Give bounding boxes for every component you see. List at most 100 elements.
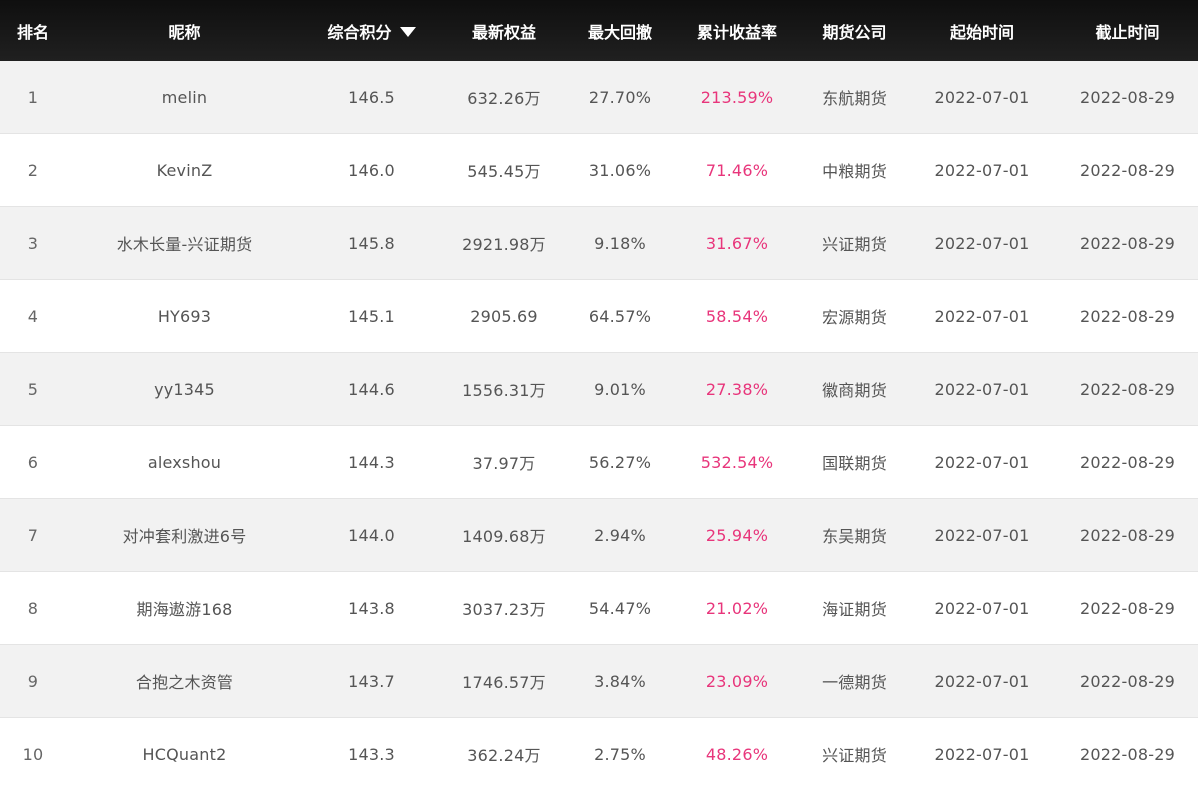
cell-score: 145.8: [303, 206, 440, 280]
cell-end-date: 2022-08-29: [1057, 206, 1198, 280]
table-header: 排名 昵称 综合积分 最新权益 最大回撤 累计收益率 期货公司 起始时间 截止时…: [0, 0, 1198, 61]
cell-return: 213.59%: [672, 61, 802, 134]
cell-drawdown: 3.84%: [568, 644, 672, 718]
cell-company: 东航期货: [802, 61, 907, 134]
cell-score: 144.6: [303, 352, 440, 426]
header-score-sort-button[interactable]: 综合积分: [303, 0, 440, 61]
cell-return: 532.54%: [672, 425, 802, 499]
cell-end-date: 2022-08-29: [1057, 571, 1198, 645]
cell-drawdown: 9.18%: [568, 206, 672, 280]
table-row[interactable]: 3 水木长量-兴证期货 145.8 2921.98万 9.18% 31.67% 兴证期货 20…: [0, 206, 1198, 280]
cell-equity: 2921.98万: [440, 206, 568, 280]
table-row[interactable]: 8 期海遨游168 143.8 3037.23万 54.47% 21.02% 海证期货 202…: [0, 571, 1198, 645]
cell-company: 兴证期货: [802, 206, 907, 280]
cell-nickname-link[interactable]: 对冲套利激进6号: [66, 498, 303, 572]
header-nickname: 昵称: [66, 0, 303, 61]
cell-score: 144.3: [303, 425, 440, 499]
cell-equity: 3037.23万: [440, 571, 568, 645]
cell-start-date: 2022-07-01: [907, 571, 1057, 645]
cell-rank: 3: [0, 206, 66, 280]
header-score-label: 综合积分: [327, 22, 392, 42]
table-row[interactable]: 7 对冲套利激进6号 144.0 1409.68万 2.94% 25.94% 东吴期货 202…: [0, 498, 1198, 572]
cell-start-date: 2022-07-01: [907, 279, 1057, 353]
cell-nickname-link[interactable]: 期海遨游168: [66, 571, 303, 645]
cell-drawdown: 64.57%: [568, 279, 672, 353]
cell-rank: 10: [0, 717, 66, 790]
cell-drawdown: 27.70%: [568, 61, 672, 134]
table-row[interactable]: 1 melin 146.5 632.26万 27.70% 213.59% 东航期货 2022-…: [0, 61, 1198, 134]
header-equity-label: 最新权益: [471, 22, 536, 42]
cell-equity: 1746.57万: [440, 644, 568, 718]
cell-nickname-link[interactable]: HY693: [66, 279, 303, 353]
cell-end-date: 2022-08-29: [1057, 61, 1198, 134]
cell-score: 146.0: [303, 133, 440, 207]
table-row[interactable]: 4 HY693 145.1 2905.69 64.57% 58.54% 宏源期货 2022-0…: [0, 279, 1198, 353]
header-company: 期货公司: [802, 0, 907, 61]
cell-drawdown: 2.94%: [568, 498, 672, 572]
cell-start-date: 2022-07-01: [907, 61, 1057, 134]
cell-start-date: 2022-07-01: [907, 352, 1057, 426]
table-row[interactable]: 9 合抱之木资管 143.7 1746.57万 3.84% 23.09% 一德期货 2022-…: [0, 644, 1198, 718]
cell-drawdown: 56.27%: [568, 425, 672, 499]
cell-end-date: 2022-08-29: [1057, 133, 1198, 207]
cell-start-date: 2022-07-01: [907, 644, 1057, 718]
cell-equity: 37.97万: [440, 425, 568, 499]
cell-nickname-link[interactable]: KevinZ: [66, 133, 303, 207]
cell-return: 21.02%: [672, 571, 802, 645]
cell-end-date: 2022-08-29: [1057, 425, 1198, 499]
table-row[interactable]: 5 yy1345 144.6 1556.31万 9.01% 27.38% 徽商期货 2022-…: [0, 352, 1198, 426]
cell-return: 48.26%: [672, 717, 802, 790]
cell-equity: 2905.69: [440, 279, 568, 353]
header-return-label: 累计收益率: [696, 22, 777, 42]
table-row[interactable]: 6 alexshou 144.3 37.97万 56.27% 532.54% 国联期货 202…: [0, 425, 1198, 499]
table-row[interactable]: 10 HCQuant2 143.3 362.24万 2.75% 48.26% 兴证期货 202…: [0, 717, 1198, 790]
cell-score: 146.5: [303, 61, 440, 134]
cell-drawdown: 9.01%: [568, 352, 672, 426]
table-row[interactable]: 2 KevinZ 146.0 545.45万 31.06% 71.46% 中粮期货 2022-…: [0, 133, 1198, 207]
cell-rank: 9: [0, 644, 66, 718]
cell-nickname-link[interactable]: 水木长量-兴证期货: [66, 206, 303, 280]
header-nickname-label: 昵称: [168, 22, 201, 42]
cell-return: 31.67%: [672, 206, 802, 280]
cell-drawdown: 54.47%: [568, 571, 672, 645]
cell-rank: 2: [0, 133, 66, 207]
cell-company: 国联期货: [802, 425, 907, 499]
cell-nickname-link[interactable]: alexshou: [66, 425, 303, 499]
cell-rank: 8: [0, 571, 66, 645]
cell-drawdown: 31.06%: [568, 133, 672, 207]
cell-end-date: 2022-08-29: [1057, 644, 1198, 718]
cell-end-date: 2022-08-29: [1057, 717, 1198, 790]
cell-start-date: 2022-07-01: [907, 717, 1057, 790]
table-body: 1 melin 146.5 632.26万 27.70% 213.59% 东航期货 2022-…: [0, 61, 1198, 790]
cell-return: 58.54%: [672, 279, 802, 353]
cell-equity: 1556.31万: [440, 352, 568, 426]
header-start-label: 起始时间: [949, 22, 1014, 42]
cell-return: 23.09%: [672, 644, 802, 718]
cell-score: 143.8: [303, 571, 440, 645]
cell-company: 宏源期货: [802, 279, 907, 353]
cell-nickname-link[interactable]: HCQuant2: [66, 717, 303, 790]
header-end-label: 截止时间: [1095, 22, 1160, 42]
cell-rank: 5: [0, 352, 66, 426]
triangle-down-icon: [399, 26, 416, 37]
cell-company: 一德期货: [802, 644, 907, 718]
ranking-table: 排名 昵称 综合积分 最新权益 最大回撤 累计收益率 期货公司 起始时间 截止时…: [0, 0, 1198, 790]
header-drawdown-label: 最大回撤: [587, 22, 652, 42]
cell-end-date: 2022-08-29: [1057, 279, 1198, 353]
cell-equity: 362.24万: [440, 717, 568, 790]
header-rank: 排名: [0, 0, 66, 61]
header-start: 起始时间: [907, 0, 1057, 61]
cell-score: 143.3: [303, 717, 440, 790]
cell-nickname-link[interactable]: 合抱之木资管: [66, 644, 303, 718]
cell-nickname-link[interactable]: yy1345: [66, 352, 303, 426]
cell-rank: 7: [0, 498, 66, 572]
cell-start-date: 2022-07-01: [907, 498, 1057, 572]
header-row: 排名 昵称 综合积分 最新权益 最大回撤 累计收益率 期货公司 起始时间 截止时…: [0, 0, 1198, 61]
header-equity: 最新权益: [440, 0, 568, 61]
cell-score: 145.1: [303, 279, 440, 353]
cell-start-date: 2022-07-01: [907, 206, 1057, 280]
header-drawdown: 最大回撤: [568, 0, 672, 61]
cell-score: 144.0: [303, 498, 440, 572]
cell-company: 东吴期货: [802, 498, 907, 572]
cell-nickname-link[interactable]: melin: [66, 61, 303, 134]
